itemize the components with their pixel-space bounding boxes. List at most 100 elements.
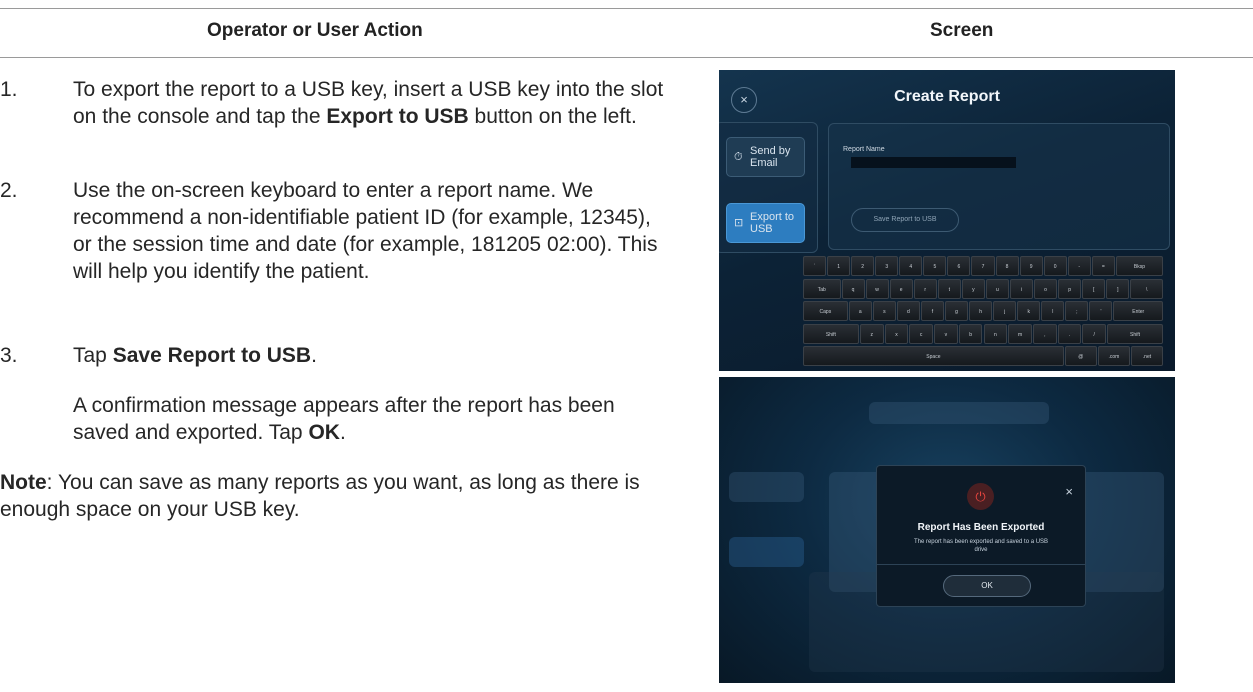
report-name-input[interactable] bbox=[851, 157, 1016, 168]
report-sidebar: ⏱ Send by Email ⊡ Export to USB bbox=[719, 122, 818, 253]
keyboard-key[interactable]: s bbox=[872, 301, 896, 321]
keyboard-key[interactable]: ' bbox=[1089, 301, 1113, 321]
step-bold: Save Report to USB bbox=[112, 344, 312, 367]
save-report-button[interactable]: Save Report to USB bbox=[851, 208, 959, 232]
keyboard-key[interactable]: 0 bbox=[1043, 256, 1067, 276]
keyboard-key[interactable]: ` bbox=[803, 256, 827, 276]
confirm-text: . bbox=[339, 421, 346, 444]
column-header-action: Operator or User Action bbox=[207, 20, 423, 41]
keyboard-key[interactable]: Enter bbox=[1113, 301, 1163, 321]
keyboard-key[interactable]: ; bbox=[1065, 301, 1089, 321]
create-report-screenshot: × Create Report ⏱ Send by Email ⊡ Export… bbox=[719, 70, 1175, 371]
keyboard-key[interactable]: b bbox=[958, 323, 983, 344]
close-icon[interactable]: × bbox=[1065, 484, 1073, 499]
keyboard-key[interactable]: w bbox=[865, 278, 889, 299]
keyboard-key[interactable]: o bbox=[1034, 278, 1058, 299]
confirmation-dialog: ⏻ × Report Has Been Exported The report … bbox=[876, 465, 1086, 607]
step-number: 3. bbox=[0, 344, 18, 367]
keyboard-key[interactable]: 1 bbox=[827, 256, 851, 276]
keyboard-key[interactable]: . bbox=[1057, 323, 1082, 344]
ok-button[interactable]: OK bbox=[943, 575, 1031, 597]
on-screen-keyboard: ` 1 2 3 4 5 6 7 8 9 0- = Bksp Tab q w e r t y u i o p[] \ Caps a s d… bbox=[803, 256, 1164, 368]
keyboard-key[interactable]: m bbox=[1008, 323, 1032, 344]
keyboard-key[interactable]: 3 bbox=[875, 256, 899, 276]
keyboard-key[interactable]: Space bbox=[803, 346, 1064, 366]
step-text: button on the left. bbox=[468, 105, 637, 128]
keyboard-key[interactable]: @ bbox=[1064, 346, 1097, 366]
keyboard-key[interactable]: ] bbox=[1106, 278, 1130, 299]
step-number: 2. bbox=[0, 179, 18, 202]
step-text: . bbox=[311, 344, 317, 367]
keyboard-row: ` 1 2 3 4 5 6 7 8 9 0- = Bksp bbox=[803, 256, 1164, 276]
keyboard-key[interactable]: u bbox=[985, 278, 1009, 299]
keyboard-key[interactable]: i bbox=[1009, 278, 1034, 299]
column-header-screen: Screen bbox=[930, 20, 994, 41]
keyboard-key[interactable]: z bbox=[859, 323, 884, 344]
keyboard-key[interactable]: .com bbox=[1097, 346, 1130, 366]
keyboard-key[interactable]: 9 bbox=[1019, 256, 1043, 276]
keyboard-key[interactable]: , bbox=[1032, 323, 1057, 344]
note-text: : You can save as many reports as you wa… bbox=[0, 471, 640, 521]
keyboard-key[interactable]: q bbox=[841, 278, 865, 299]
keyboard-key[interactable]: h bbox=[969, 301, 993, 321]
keyboard-key[interactable]: / bbox=[1082, 323, 1107, 344]
keyboard-key[interactable]: x bbox=[884, 323, 909, 344]
keyboard-key[interactable]: 6 bbox=[947, 256, 971, 276]
keyboard-key[interactable]: r bbox=[913, 278, 937, 299]
keyboard-key[interactable]: Caps bbox=[803, 301, 848, 321]
keyboard-key[interactable]: p bbox=[1058, 278, 1082, 299]
keyboard-key[interactable]: y bbox=[961, 278, 985, 299]
keyboard-key[interactable]: a bbox=[848, 301, 872, 321]
keyboard-key[interactable]: Tab bbox=[803, 278, 841, 299]
keyboard-key[interactable]: 5 bbox=[923, 256, 947, 276]
keyboard-key[interactable]: Shift bbox=[1107, 323, 1163, 344]
keyboard-key[interactable]: Bksp bbox=[1115, 256, 1163, 276]
keyboard-key[interactable]: [ bbox=[1082, 278, 1106, 299]
keyboard-key[interactable]: 2 bbox=[851, 256, 875, 276]
keyboard-row: Shift z x c v b n m,. / Shift bbox=[803, 323, 1164, 344]
keyboard-key[interactable]: k bbox=[1017, 301, 1041, 321]
keyboard-key[interactable]: d bbox=[896, 301, 920, 321]
keyboard-key[interactable]: g bbox=[944, 301, 969, 321]
keyboard-row: Tab q w e r t y u i o p[] \ bbox=[803, 278, 1164, 299]
header-rule bbox=[0, 57, 1253, 58]
timer-icon: ⏱ bbox=[734, 151, 743, 163]
dialog-message: The report has been exported and saved t… bbox=[913, 539, 1049, 553]
dialog-title: Report Has Been Exported bbox=[917, 522, 1045, 533]
export-confirmation-screenshot: ⏻ × Report Has Been Exported The report … bbox=[719, 377, 1175, 683]
keyboard-key[interactable]: Shift bbox=[803, 323, 859, 344]
keyboard-key[interactable]: e bbox=[889, 278, 913, 299]
send-by-email-label: Send by Email bbox=[750, 145, 791, 169]
keyboard-key[interactable]: c bbox=[909, 323, 934, 344]
keyboard-key[interactable]: \ bbox=[1130, 278, 1163, 299]
keyboard-row: Caps a s d f g h j k l; ' Enter bbox=[803, 301, 1164, 321]
keyboard-key[interactable]: n bbox=[983, 323, 1008, 344]
report-name-label: Report Name bbox=[843, 146, 885, 153]
step-text: Use the on-screen keyboard to enter a re… bbox=[73, 179, 658, 283]
keyboard-key[interactable]: 8 bbox=[995, 256, 1019, 276]
keyboard-key[interactable]: l bbox=[1041, 301, 1065, 321]
keyboard-key[interactable]: = bbox=[1091, 256, 1115, 276]
blurred-sidebar-button bbox=[729, 537, 804, 567]
send-by-email-button[interactable]: ⏱ Send by Email bbox=[726, 137, 805, 177]
keyboard-key[interactable]: .net bbox=[1130, 346, 1163, 366]
keyboard-key[interactable]: v bbox=[934, 323, 958, 344]
step-text: Tap bbox=[73, 344, 113, 367]
keyboard-key[interactable]: j bbox=[993, 301, 1017, 321]
keyboard-key[interactable]: 7 bbox=[971, 256, 995, 276]
report-panel: Report Name Save Report to USB bbox=[828, 123, 1170, 250]
divider bbox=[877, 564, 1085, 565]
screen-title: Create Report bbox=[894, 88, 1000, 105]
keyboard-key[interactable]: f bbox=[920, 301, 944, 321]
step-bold: Export to USB bbox=[326, 105, 469, 128]
keyboard-key[interactable]: 4 bbox=[899, 256, 923, 276]
keyboard-key[interactable]: - bbox=[1067, 256, 1091, 276]
usb-icon: ⊡ bbox=[734, 217, 744, 229]
export-to-usb-label: Export to USB bbox=[750, 211, 795, 235]
power-icon: ⏻ bbox=[967, 483, 994, 510]
confirm-bold: OK bbox=[308, 421, 340, 444]
top-rule bbox=[0, 8, 1253, 9]
keyboard-key[interactable]: t bbox=[937, 278, 961, 299]
blurred-sidebar-button bbox=[729, 472, 804, 502]
export-to-usb-button[interactable]: ⊡ Export to USB bbox=[726, 203, 805, 243]
